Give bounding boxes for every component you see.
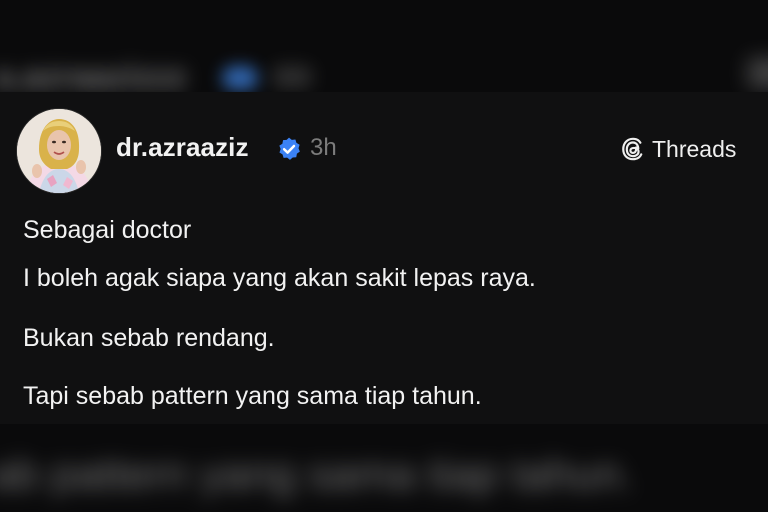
blurred-text: ab pattern yang sama tiap tahun. [0,450,634,499]
threads-brand-link[interactable]: Threads [620,134,736,164]
blurred-next-post: ab pattern yang sama tiap tahun. [0,424,768,512]
avatar-photo-icon [17,109,101,193]
threads-post-card: dr.azraaziz 3h Threads Sebagai doctor I … [0,92,768,424]
verified-badge-icon [279,137,300,160]
post-text-line-3: Bukan sebab rendang. [23,324,275,352]
post-text-line-4: Tapi sebab pattern yang sama tiap tahun. [23,382,482,410]
blurred-previous-post: a.azraazizzz [0,0,768,92]
username-link[interactable]: dr.azraaziz [116,132,249,163]
post-text-line-1: Sebagai doctor [23,216,192,244]
blurred-edge [748,58,768,88]
post-text-line-2: I boleh agak siapa yang akan sakit lepas… [23,264,536,292]
post-timestamp: 3h [310,134,337,161]
threads-label: Threads [652,135,737,162]
threads-logo-icon [622,137,643,161]
blurred-badge [222,66,258,90]
blurred-timestamp [272,66,312,88]
avatar[interactable] [16,108,102,194]
screenshot-stage: a.azraazizzz dr.azraaziz 3h Threads Seba… [0,0,768,512]
blurred-username: a.azraazizzz [0,58,187,92]
